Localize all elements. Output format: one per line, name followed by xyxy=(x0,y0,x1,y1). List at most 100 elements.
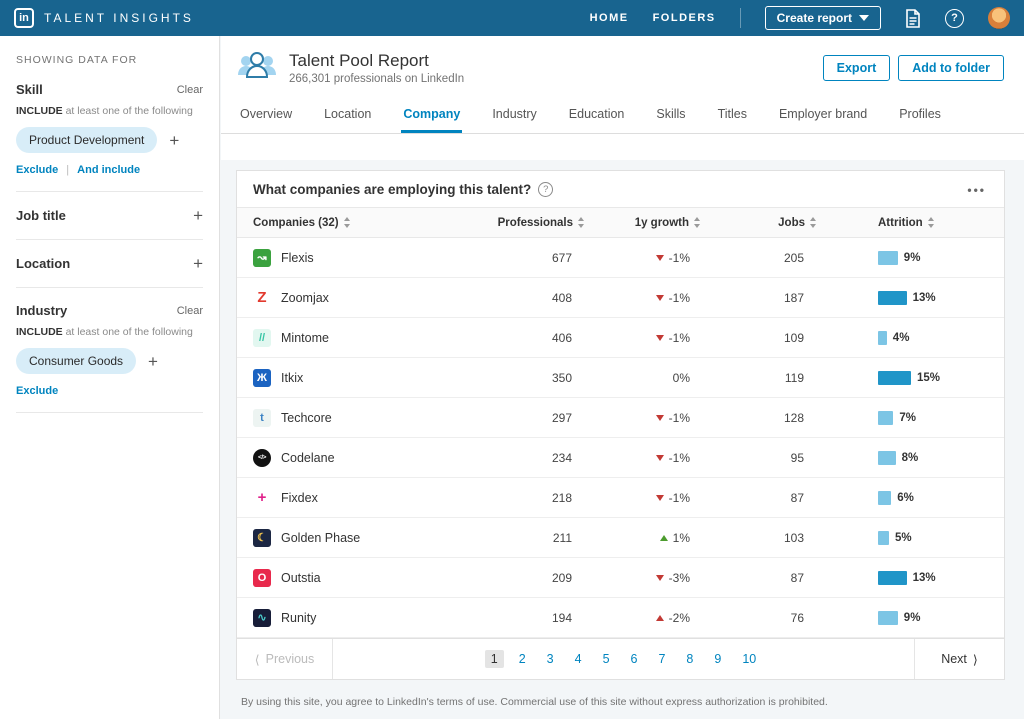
column-header-1y-growth[interactable]: 1y growth xyxy=(594,217,714,229)
table-row[interactable]: </>Codelane234-1%958% xyxy=(237,438,1004,478)
linkedin-logo-icon[interactable]: in xyxy=(14,8,34,28)
tab-profiles[interactable]: Profiles xyxy=(897,101,943,133)
jobs-value: 76 xyxy=(714,611,824,625)
company-name[interactable]: Runity xyxy=(281,611,316,625)
growth-cell: -1% xyxy=(594,331,714,345)
page-7[interactable]: 7 xyxy=(652,650,671,668)
company-name[interactable]: Itkix xyxy=(281,371,303,385)
company-name[interactable]: Fixdex xyxy=(281,491,318,505)
attrition-value: 6% xyxy=(897,492,914,504)
export-button[interactable]: Export xyxy=(823,55,891,81)
table-row[interactable]: ↝Flexis677-1%2059% xyxy=(237,238,1004,278)
page-numbers: 123456789 10 xyxy=(333,639,914,679)
attrition-bar xyxy=(878,451,896,465)
skill-add-button[interactable]: + xyxy=(169,132,179,149)
page-6[interactable]: 6 xyxy=(625,650,644,668)
include-bold: INCLUDE xyxy=(16,326,63,338)
table-row[interactable]: //Mintome406-1%1094% xyxy=(237,318,1004,358)
column-header-jobs[interactable]: Jobs xyxy=(714,217,824,229)
tab-employer-brand[interactable]: Employer brand xyxy=(777,101,869,133)
company-name[interactable]: Techcore xyxy=(281,411,332,425)
filters-sidebar: SHOWING DATA FOR Skill Clear INCLUDE at … xyxy=(0,36,220,719)
professionals-value: 234 xyxy=(474,451,594,465)
page-10[interactable]: 10 xyxy=(736,650,762,668)
page-title: Talent Pool Report xyxy=(289,51,464,71)
card-menu-icon[interactable]: ••• xyxy=(967,183,986,197)
column-header-attrition[interactable]: Attrition xyxy=(824,217,1004,229)
skill-pill-product-development[interactable]: Product Development xyxy=(16,127,157,153)
page-5[interactable]: 5 xyxy=(597,650,616,668)
job-title-filter-title: Job title xyxy=(16,208,66,223)
tab-titles[interactable]: Titles xyxy=(716,101,749,133)
nav-home-link[interactable]: HOME xyxy=(590,12,629,24)
page-8[interactable]: 8 xyxy=(680,650,699,668)
tab-company[interactable]: Company xyxy=(401,101,462,133)
skill-exclude-link[interactable]: Exclude xyxy=(16,164,58,176)
industry-filter-title: Industry xyxy=(16,303,67,318)
table-row[interactable]: ZZoomjax408-1%18713% xyxy=(237,278,1004,318)
industry-add-button[interactable]: + xyxy=(148,353,158,370)
reports-document-icon[interactable] xyxy=(905,9,921,28)
company-name[interactable]: Mintome xyxy=(281,331,329,345)
page-1[interactable]: 1 xyxy=(485,650,504,668)
add-to-folder-button[interactable]: Add to folder xyxy=(898,55,1004,81)
industry-clear-link[interactable]: Clear xyxy=(177,305,203,317)
growth-cell: -2% xyxy=(594,611,714,625)
table-row[interactable]: ∿Runity194-2%769% xyxy=(237,598,1004,638)
nav-folders-link[interactable]: FOLDERS xyxy=(653,12,716,24)
help-icon[interactable]: ? xyxy=(945,9,964,28)
company-name[interactable]: Codelane xyxy=(281,451,335,465)
job-title-add-button[interactable]: + xyxy=(193,207,203,224)
create-report-button[interactable]: Create report xyxy=(765,6,881,30)
skill-and-include-link[interactable]: And include xyxy=(77,164,140,176)
jobs-value: 128 xyxy=(714,411,824,425)
location-add-button[interactable]: + xyxy=(193,255,203,272)
attrition-cell: 15% xyxy=(824,371,1004,385)
attrition-bar xyxy=(878,611,898,625)
industry-pill-consumer-goods[interactable]: Consumer Goods xyxy=(16,348,136,374)
location-filter-title: Location xyxy=(16,256,70,271)
company-name[interactable]: Flexis xyxy=(281,251,314,265)
user-avatar[interactable] xyxy=(988,7,1010,29)
skill-filter-title: Skill xyxy=(16,82,43,97)
tab-skills[interactable]: Skills xyxy=(654,101,687,133)
tab-location[interactable]: Location xyxy=(322,101,373,133)
chevron-down-icon xyxy=(859,15,869,21)
previous-page-button[interactable]: ⟨ Previous xyxy=(237,639,333,679)
arrow-down-icon xyxy=(656,255,664,261)
flexis-logo-icon: ↝ xyxy=(253,249,271,267)
create-report-label: Create report xyxy=(777,11,852,25)
page-4[interactable]: 4 xyxy=(569,650,588,668)
company-name[interactable]: Outstia xyxy=(281,571,321,585)
growth-cell: -3% xyxy=(594,571,714,585)
table-row[interactable]: tTechcore297-1%1287% xyxy=(237,398,1004,438)
tab-overview[interactable]: Overview xyxy=(238,101,294,133)
next-page-button[interactable]: Next ⟩ xyxy=(914,639,1004,679)
table-row[interactable]: OOutstia209-3%8713% xyxy=(237,558,1004,598)
codelane-logo-icon: </> xyxy=(253,449,271,467)
professionals-value: 218 xyxy=(474,491,594,505)
info-help-icon[interactable]: ? xyxy=(538,182,553,197)
column-header-professionals[interactable]: Professionals xyxy=(474,217,594,229)
tab-education[interactable]: Education xyxy=(567,101,627,133)
page-2[interactable]: 2 xyxy=(513,650,532,668)
page-9[interactable]: 9 xyxy=(708,650,727,668)
company-cell: OOutstia xyxy=(237,569,474,587)
tab-industry[interactable]: Industry xyxy=(490,101,538,133)
legal-text: By using this site, you agree to LinkedI… xyxy=(241,696,1024,708)
next-label: Next xyxy=(941,652,967,666)
arrow-down-icon xyxy=(656,455,664,461)
company-cell: +Fixdex xyxy=(237,489,474,507)
company-name[interactable]: Golden Phase xyxy=(281,531,360,545)
page-3[interactable]: 3 xyxy=(541,650,560,668)
jobs-value: 205 xyxy=(714,251,824,265)
sidebar-heading: SHOWING DATA FOR xyxy=(16,54,203,66)
industry-exclude-link[interactable]: Exclude xyxy=(16,385,58,397)
company-name[interactable]: Zoomjax xyxy=(281,291,329,305)
golden-phase-logo-icon: ☾ xyxy=(253,529,271,547)
column-header-companies[interactable]: Companies (32) xyxy=(237,217,474,229)
table-row[interactable]: +Fixdex218-1%876% xyxy=(237,478,1004,518)
table-row[interactable]: ЖItkix3500%11915% xyxy=(237,358,1004,398)
table-row[interactable]: ☾Golden Phase2111%1035% xyxy=(237,518,1004,558)
skill-clear-link[interactable]: Clear xyxy=(177,84,203,96)
